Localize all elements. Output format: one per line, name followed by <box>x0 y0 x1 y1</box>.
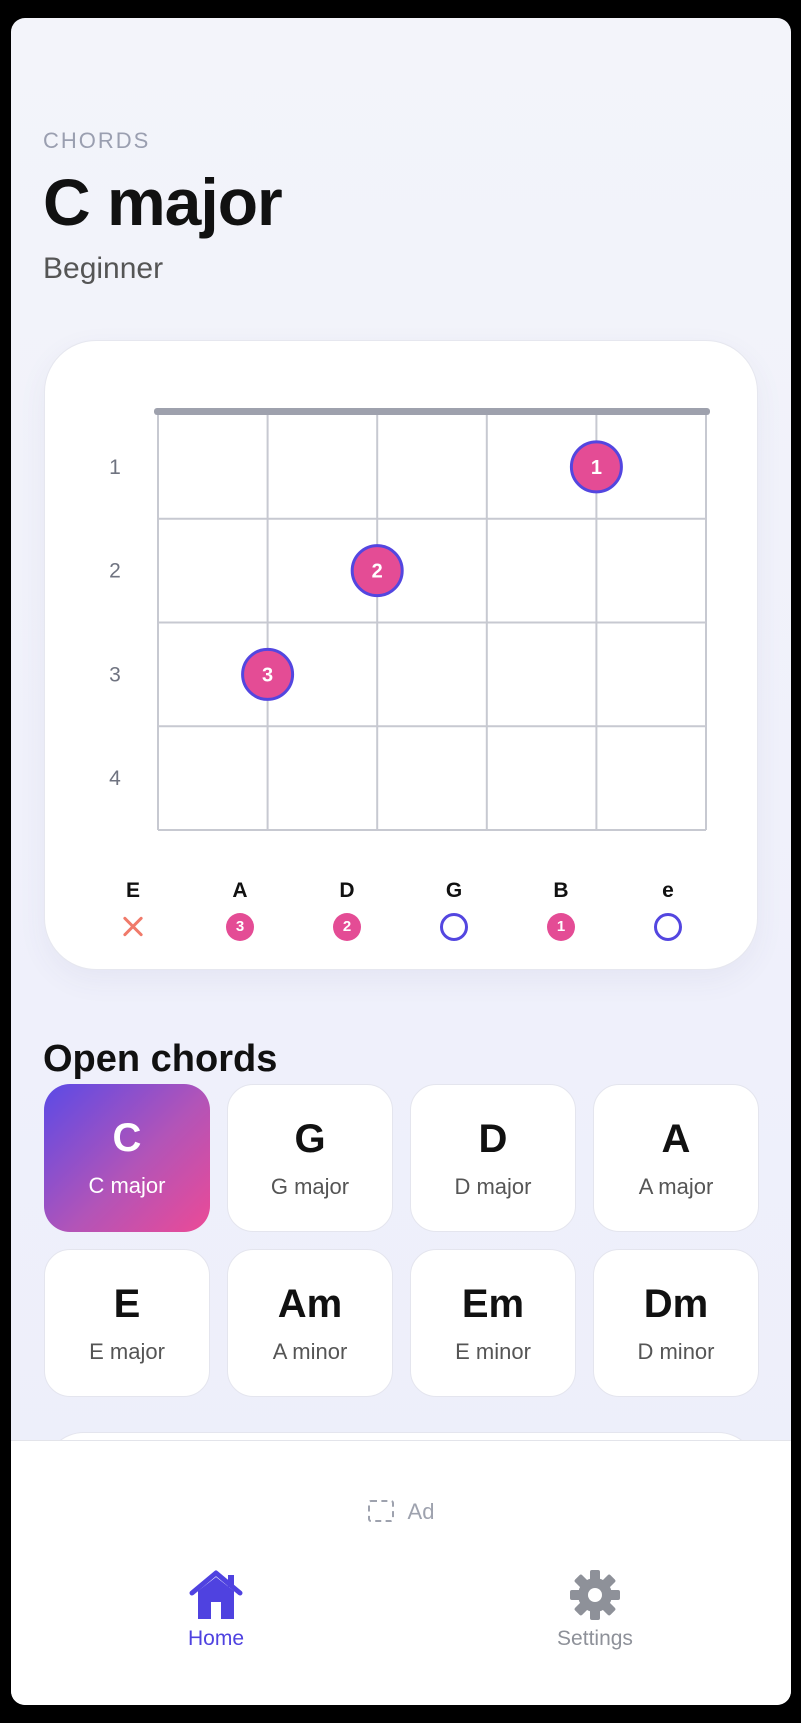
open-string-icon <box>654 913 682 941</box>
section-title-open-chords: Open chords <box>43 1038 278 1080</box>
chord-name: A minor <box>272 1339 348 1364</box>
page-header: CHORDS C major Beginner <box>43 128 283 286</box>
nav-home-label: Home <box>187 1627 245 1650</box>
chord-symbol: Em <box>461 1282 525 1326</box>
chord-name: D major <box>454 1174 532 1199</box>
finger-badge: 3 <box>226 913 254 941</box>
fret-number-label: 2 <box>109 560 121 583</box>
difficulty-label: Beginner <box>43 252 164 285</box>
gear-icon <box>570 1570 620 1620</box>
open-string-icon <box>440 913 468 941</box>
chord-tile[interactable]: E E major <box>44 1249 210 1397</box>
string-name-label: e <box>662 879 674 902</box>
string-name-label: D <box>339 879 355 902</box>
nav-settings-label: Settings <box>557 1627 633 1650</box>
chord-tile[interactable]: Am A minor <box>227 1249 393 1397</box>
finger-number: 3 <box>262 664 273 686</box>
chord-symbol: D <box>478 1117 508 1161</box>
chord-name: E minor <box>455 1339 531 1364</box>
chord-tile[interactable]: Dm D minor <box>593 1249 759 1397</box>
bottom-bar: Ad Home Settings <box>11 1440 791 1705</box>
finger-number: 1 <box>591 457 602 479</box>
ad-banner[interactable]: Ad <box>11 1499 791 1525</box>
chord-symbol: Am <box>277 1282 343 1326</box>
finger-number: 2 <box>372 561 383 583</box>
chord-symbol: G <box>294 1117 326 1161</box>
chord-name: A major <box>638 1174 714 1199</box>
chord-tile[interactable]: C C major <box>44 1084 210 1232</box>
fret-number-label: 3 <box>109 663 121 686</box>
string-name-label: B <box>553 879 569 902</box>
string-status-4: G <box>424 879 484 941</box>
home-icon <box>189 1570 243 1619</box>
string-status-6: e <box>638 879 698 941</box>
chord-symbol: E <box>113 1282 141 1326</box>
chord-tile[interactable]: D D major <box>410 1084 576 1232</box>
finger-badge: 2 <box>333 913 361 941</box>
chord-name: E major <box>89 1339 165 1364</box>
chord-diagram-card: 1234123 EA3D2GB1e <box>44 340 758 970</box>
chord-tile[interactable]: A A major <box>593 1084 759 1232</box>
chord-symbol: A <box>661 1117 691 1161</box>
nav-home-tab[interactable]: Home <box>116 1569 316 1651</box>
chord-symbol: C <box>112 1116 142 1160</box>
string-status-5: B1 <box>531 879 591 941</box>
string-status-1: E <box>103 879 163 941</box>
string-status-2: A3 <box>210 879 270 941</box>
finger-badge: 1 <box>547 913 575 941</box>
chord-fretboard: 1 2 3 4 1 2 3 <box>109 408 710 831</box>
string-status-3: D2 <box>317 879 377 941</box>
chord-tile[interactable]: G G major <box>227 1084 393 1232</box>
nut-bar <box>154 408 710 415</box>
fret-number-label: 4 <box>109 767 121 790</box>
chord-name: C major <box>88 1173 166 1198</box>
page-title: C major <box>43 165 283 239</box>
mute-x-icon <box>119 913 147 941</box>
ad-label: Ad <box>407 1499 435 1524</box>
chord-symbol: Dm <box>643 1282 709 1326</box>
string-name-label: E <box>125 879 140 902</box>
string-name-label: A <box>232 879 248 902</box>
ad-placeholder-icon <box>367 1500 394 1523</box>
fret-number-label: 1 <box>109 456 121 479</box>
chord-name: G major <box>270 1174 350 1199</box>
nav-settings-tab[interactable]: Settings <box>495 1569 695 1651</box>
section-eyebrow: CHORDS <box>43 128 151 153</box>
string-name-label: G <box>445 879 463 902</box>
chord-name: D minor <box>637 1339 715 1364</box>
chord-tile[interactable]: Em E minor <box>410 1249 576 1397</box>
app-screen: CHORDS C major Beginner 1234123 EA3D2GB1… <box>11 18 791 1705</box>
string-status-row: EA3D2GB1e <box>45 879 759 959</box>
